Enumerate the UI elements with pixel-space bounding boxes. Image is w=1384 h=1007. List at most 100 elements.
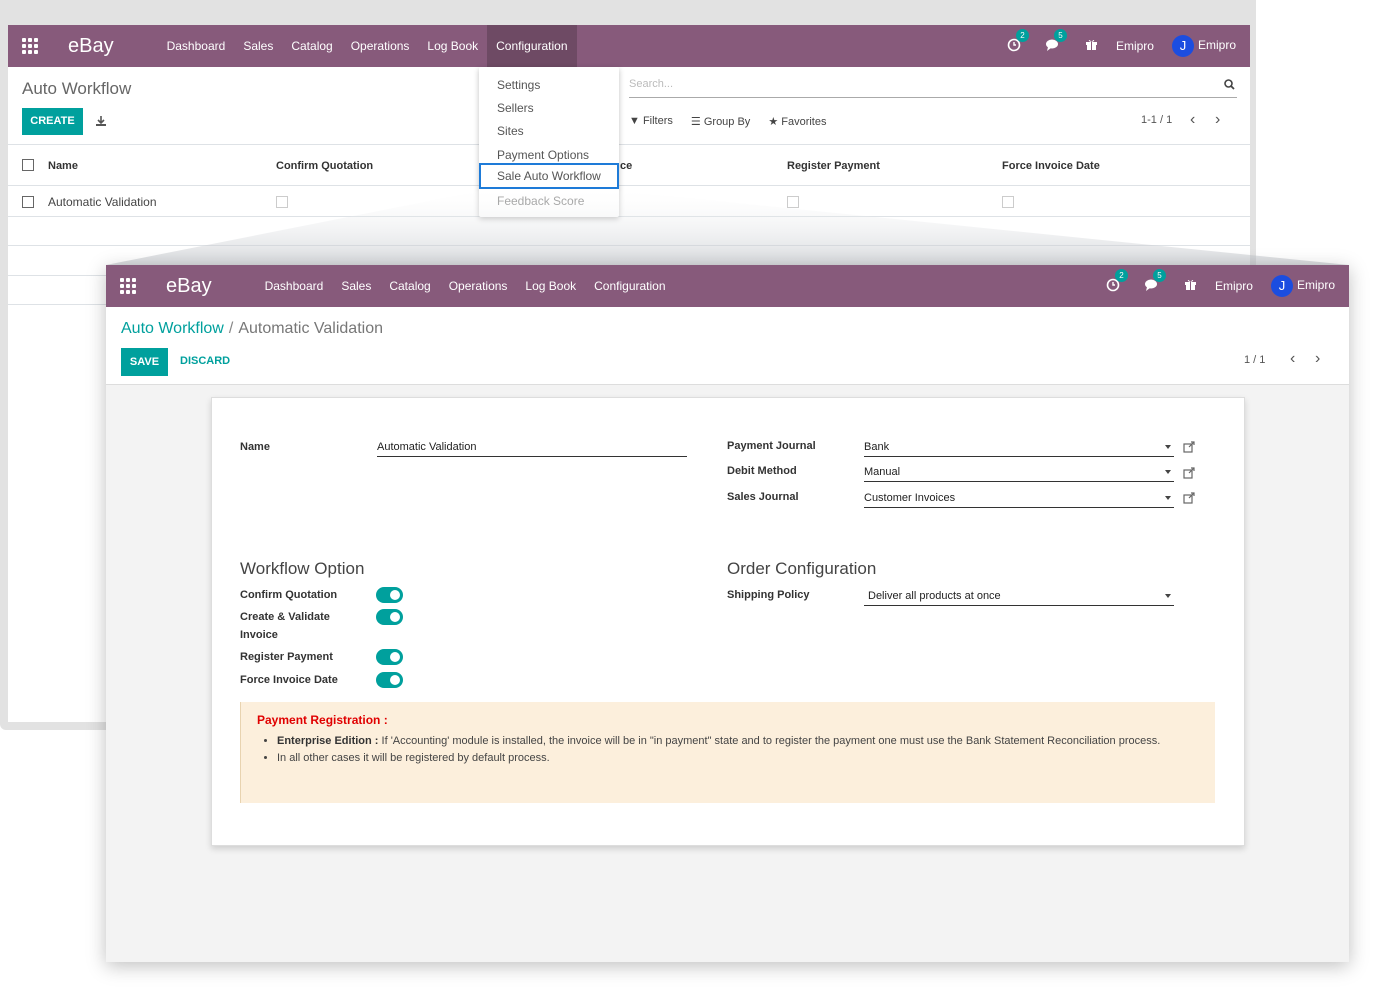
apps-menu-icon[interactable] — [120, 278, 136, 294]
main-menu: Dashboard Sales Catalog Operations Log B… — [158, 25, 577, 67]
force-invoice-date-toggle[interactable] — [376, 672, 403, 688]
gift-icon[interactable] — [1085, 38, 1098, 54]
chevron-down-icon — [1165, 594, 1171, 598]
download-icon[interactable] — [95, 115, 107, 130]
register-payment-toggle[interactable] — [376, 649, 403, 665]
dropdown-item-payment-options[interactable]: Payment Options — [497, 148, 589, 162]
messages-icon[interactable]: 5 — [1045, 28, 1067, 55]
payment-journal-select[interactable]: Bank — [864, 441, 1174, 457]
apps-menu-icon[interactable] — [22, 38, 38, 54]
list-pager: 1-1 / 1 — [1141, 114, 1173, 126]
menu-dashboard[interactable]: Dashboard — [256, 265, 333, 307]
cp-divider — [8, 144, 1250, 145]
dropdown-item-sale-auto-workflow[interactable]: Sale Auto Workflow — [479, 163, 619, 189]
debit-method-label: Debit Method — [727, 465, 797, 477]
dropdown-item-feedback-score[interactable]: Feedback Score — [497, 194, 584, 208]
menu-log-book[interactable]: Log Book — [418, 25, 487, 67]
list-icon: ☰ — [690, 116, 701, 128]
user-menu[interactable]: J Emipro — [1171, 35, 1236, 57]
create-validate-invoice-label-2: Invoice — [240, 629, 278, 641]
filters-button[interactable]: ▼ Filters — [629, 115, 673, 128]
company-switcher[interactable]: Emipro — [1116, 39, 1154, 53]
create-validate-invoice-toggle[interactable] — [376, 609, 403, 625]
menu-sales[interactable]: Sales — [234, 25, 282, 67]
star-icon: ★ — [768, 116, 779, 128]
menu-sales[interactable]: Sales — [332, 265, 380, 307]
save-button[interactable]: SAVE — [121, 348, 168, 376]
column-register-payment[interactable]: Register Payment — [787, 160, 880, 172]
debit-method-select[interactable]: Manual — [864, 466, 1174, 482]
configuration-dropdown: Settings Sellers Sites Payment Options S… — [479, 67, 619, 217]
sales-journal-select[interactable]: Customer Invoices — [864, 492, 1174, 508]
table-row[interactable]: Automatic Validation — [8, 186, 1250, 216]
dropdown-item-sellers[interactable]: Sellers — [497, 101, 534, 115]
user-avatar-icon: J — [1270, 275, 1293, 297]
menu-configuration[interactable]: Configuration — [487, 25, 577, 67]
alert-list: Enterprise Edition : If 'Accounting' mod… — [277, 733, 1177, 767]
group-by-button[interactable]: ☰ Group By — [691, 115, 750, 128]
search-input[interactable]: Search... — [629, 78, 673, 90]
pager-next-icon[interactable]: › — [1215, 111, 1220, 129]
external-link-icon[interactable] — [1183, 467, 1195, 479]
pager-prev-icon[interactable]: ‹ — [1190, 111, 1195, 129]
user-menu[interactable]: J Emipro — [1270, 275, 1335, 297]
menu-log-book[interactable]: Log Book — [516, 265, 585, 307]
row-checkbox[interactable] — [22, 196, 34, 208]
column-force-invoice-date[interactable]: Force Invoice Date — [1002, 160, 1100, 172]
activity-clock-icon[interactable]: 2 — [1106, 268, 1128, 295]
search-icon[interactable] — [1224, 79, 1235, 93]
gift-icon[interactable] — [1184, 278, 1197, 294]
alert-title: Payment Registration : — [257, 713, 388, 727]
dropdown-item-sites[interactable]: Sites — [497, 124, 524, 138]
brand-name: eBay — [166, 274, 212, 297]
menu-configuration[interactable]: Configuration — [585, 265, 674, 307]
column-partial-header[interactable]: ce — [620, 160, 632, 172]
user-name: Emipro — [1296, 278, 1335, 293]
column-name[interactable]: Name — [48, 160, 78, 172]
favorites-button[interactable]: ★ Favorites — [768, 115, 826, 128]
chevron-down-icon — [1165, 445, 1171, 449]
shipping-policy-select[interactable]: Deliver all products at once — [864, 590, 1174, 606]
form-control-panel: Auto Workflow / Automatic Validation SAVE … — [106, 307, 1349, 385]
breadcrumb-parent-link[interactable]: Auto Workflow — [121, 320, 224, 337]
chevron-down-icon — [1165, 470, 1171, 474]
menu-catalog[interactable]: Catalog — [380, 265, 439, 307]
force-invoice-date-label: Force Invoice Date — [240, 674, 338, 686]
breadcrumb: Auto Workflow / Automatic Validation — [121, 320, 383, 338]
navbar-systray: 2 5 Emipro J Emipro — [1007, 25, 1236, 67]
column-confirm-quotation[interactable]: Confirm Quotation — [276, 160, 373, 172]
pager-prev-icon[interactable]: ‹ — [1290, 350, 1295, 368]
navbar-systray: 2 5 Emipro J Emipro — [1106, 265, 1335, 307]
external-link-icon[interactable] — [1183, 492, 1195, 504]
create-button[interactable]: CREATE — [22, 108, 83, 135]
user-name: Emipro — [1197, 38, 1236, 53]
name-input[interactable]: Automatic Validation — [377, 441, 687, 457]
discard-button[interactable]: DISCARD — [180, 355, 230, 367]
select-all-checkbox[interactable] — [22, 159, 34, 171]
company-switcher[interactable]: Emipro — [1215, 279, 1253, 293]
form-sheet: Name Automatic Validation Payment Journa… — [211, 397, 1245, 846]
workflow-option-title: Workflow Option — [240, 559, 365, 578]
row-divider-empty — [8, 245, 1250, 246]
breadcrumb-separator: / — [228, 320, 234, 337]
menu-operations[interactable]: Operations — [342, 25, 419, 67]
external-link-icon[interactable] — [1183, 441, 1195, 453]
confirm-quotation-toggle[interactable] — [376, 587, 403, 603]
order-configuration-title: Order Configuration — [727, 559, 877, 578]
payment-journal-label: Payment Journal — [727, 440, 816, 452]
messages-icon[interactable]: 5 — [1144, 268, 1166, 295]
alert-item-enterprise: Enterprise Edition : If 'Accounting' mod… — [277, 733, 1177, 750]
menu-dashboard[interactable]: Dashboard — [158, 25, 235, 67]
search-bar[interactable]: Search... — [629, 78, 1237, 98]
confirm-quotation-checkbox — [276, 196, 288, 208]
activity-clock-icon[interactable]: 2 — [1007, 28, 1029, 55]
menu-catalog[interactable]: Catalog — [282, 25, 341, 67]
filter-icon: ▼ — [629, 115, 640, 127]
pager-next-icon[interactable]: › — [1315, 350, 1320, 368]
alert-item-default: In all other cases it will be registered… — [277, 750, 1177, 767]
dropdown-item-settings[interactable]: Settings — [497, 78, 540, 92]
message-count-badge: 5 — [1152, 268, 1166, 282]
menu-operations[interactable]: Operations — [440, 265, 517, 307]
sales-journal-label: Sales Journal — [727, 491, 799, 503]
force-invoice-date-checkbox — [1002, 196, 1014, 208]
